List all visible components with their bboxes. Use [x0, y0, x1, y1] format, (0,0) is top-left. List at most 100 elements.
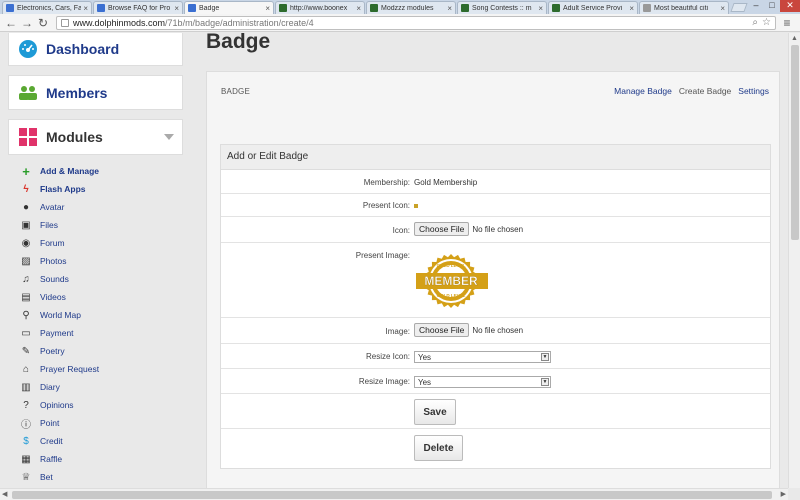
- book-icon: ▥: [21, 381, 31, 393]
- url-host: www.dolphinmods.com: [73, 17, 166, 28]
- sidebar-module-item[interactable]: ♕ Bet: [20, 468, 185, 486]
- dropdown-arrow-icon: ▼: [541, 378, 549, 386]
- browser-tab[interactable]: Badge ×: [184, 1, 274, 14]
- tab-close-icon[interactable]: ×: [174, 4, 179, 13]
- tab-favicon-icon: [97, 4, 105, 12]
- tab-close-icon[interactable]: ×: [447, 4, 452, 13]
- forward-icon[interactable]: →: [20, 16, 34, 30]
- tab-close-icon[interactable]: ×: [356, 4, 361, 13]
- sidebar-module-item[interactable]: ⌂ Prayer Request: [20, 360, 185, 378]
- sidebar-module-label: Forum: [40, 238, 65, 248]
- sidebar-module-item[interactable]: ϟ Flash Apps: [20, 180, 185, 198]
- bookmark-star-icon[interactable]: ☆: [762, 17, 771, 28]
- browser-tab[interactable]: Browse FAQ for Pro ×: [93, 1, 183, 14]
- image-no-file-text: No file chosen: [472, 326, 524, 335]
- menu-icon[interactable]: ≡: [780, 16, 794, 30]
- browser-tab[interactable]: Song Contests :: m ×: [457, 1, 547, 14]
- sidebar-module-item[interactable]: ♫ Sounds: [20, 270, 185, 288]
- sidebar-module-item[interactable]: + Add & Manage: [20, 162, 185, 180]
- membership-label: Membership:: [363, 178, 410, 187]
- tab-favicon-icon: [643, 4, 651, 12]
- image-choose-file-button[interactable]: Choose File: [414, 323, 470, 337]
- browser-tab[interactable]: Most beautiful citi ×: [639, 1, 729, 14]
- sidebar-module-label: World Map: [40, 310, 81, 320]
- map-marker-icon: ⚲: [22, 309, 30, 321]
- flash-icon: ϟ: [23, 183, 29, 195]
- browser-tab[interactable]: http://www.boonex ×: [275, 1, 365, 14]
- sidebar-members[interactable]: Members: [8, 75, 183, 110]
- sidebar-module-item[interactable]: ▨ Photos: [20, 252, 185, 270]
- tab-close-icon[interactable]: ×: [720, 4, 725, 13]
- sidebar-module-item[interactable]: ▣ Files: [20, 216, 185, 234]
- maximize-icon[interactable]: □: [764, 0, 780, 12]
- sidebar-module-label: Flash Apps: [40, 184, 86, 194]
- resize-icon-select[interactable]: Yes ▼: [414, 351, 551, 363]
- browser-tab[interactable]: Adult Service Provi ×: [548, 1, 638, 14]
- membership-value: Gold Membership: [414, 178, 478, 187]
- browser-tab-bar: Electronics, Cars, Fa × Browse FAQ for Pro…: [0, 0, 800, 14]
- url-path: /71b/m/badge/administration/create/4: [165, 17, 314, 28]
- create-badge-link[interactable]: Create Badge: [679, 86, 731, 96]
- scroll-up-icon[interactable]: ▲: [789, 33, 800, 45]
- sidebar-module-label: Payment: [40, 328, 74, 338]
- sidebar-module-label: Opinions: [40, 400, 74, 410]
- sidebar-module-item[interactable]: $ Credit: [20, 432, 185, 450]
- badge-panel: BADGE Manage Badge Create Badge Settings…: [206, 71, 780, 488]
- credit-icon: $: [23, 435, 29, 447]
- back-icon[interactable]: ←: [4, 16, 18, 30]
- delete-button[interactable]: Delete: [414, 435, 463, 461]
- plus-icon: +: [22, 163, 30, 179]
- browser-tab[interactable]: Electronics, Cars, Fa ×: [2, 1, 92, 14]
- badge-bottom-text: GOLD LEVEL: [437, 293, 466, 298]
- sidebar-module-label: Sounds: [40, 274, 69, 284]
- new-tab-button[interactable]: [730, 3, 748, 12]
- minimize-icon[interactable]: –: [748, 0, 764, 12]
- vertical-scroll-thumb[interactable]: [791, 45, 799, 240]
- sidebar-module-item[interactable]: ✎ Poetry: [20, 342, 185, 360]
- zoom-icon[interactable]: ⌕: [752, 17, 758, 28]
- browser-tab[interactable]: Modzzz modules ×: [366, 1, 456, 14]
- sidebar-module-item[interactable]: ? Opinions: [20, 396, 185, 414]
- sidebar-modules[interactable]: Modules: [8, 119, 183, 155]
- page-viewport: Dashboard Members Modules + Add & Manage ϟ…: [0, 33, 788, 488]
- sidebar-module-item[interactable]: ▥ Diary: [20, 378, 185, 396]
- badge-thumbnail-icon: [414, 204, 418, 208]
- tab-close-icon[interactable]: ×: [265, 4, 270, 13]
- tab-close-icon[interactable]: ×: [538, 4, 543, 13]
- modules-list: + Add & Manage ϟ Flash Apps ● Avatar ▣ Files ◉ Fo…: [20, 162, 185, 486]
- save-button[interactable]: Save: [414, 399, 456, 425]
- panel-links: Manage Badge Create Badge Settings: [614, 86, 769, 96]
- settings-link[interactable]: Settings: [738, 86, 769, 96]
- resize-image-select[interactable]: Yes ▼: [414, 376, 551, 388]
- credit-card-icon: ▭: [21, 327, 31, 339]
- sidebar-module-label: Bet: [40, 472, 53, 482]
- reload-icon[interactable]: ↻: [36, 16, 50, 30]
- sidebar-module-item[interactable]: ▤ Videos: [20, 288, 185, 306]
- address-bar[interactable]: www.dolphinmods.com/71b/m/badge/administ…: [56, 15, 776, 30]
- vertical-scrollbar[interactable]: ▲: [788, 33, 800, 488]
- save-row: Save: [221, 394, 770, 429]
- icon-file-field: Choose File No file chosen: [414, 222, 523, 236]
- horizontal-scrollbar[interactable]: ◀ ▶: [0, 488, 788, 500]
- manage-badge-link[interactable]: Manage Badge: [614, 86, 672, 96]
- tab-close-icon[interactable]: ×: [83, 4, 88, 13]
- sidebar-module-item[interactable]: ▦ Raffle: [20, 450, 185, 468]
- tab-favicon-icon: [6, 4, 14, 12]
- sidebar-module-item[interactable]: ⓘ Point: [20, 414, 185, 432]
- sidebar-module-item[interactable]: ◉ Forum: [20, 234, 185, 252]
- horizontal-scroll-thumb[interactable]: [12, 491, 772, 499]
- sidebar-module-item[interactable]: ● Avatar: [20, 198, 185, 216]
- scroll-left-icon[interactable]: ◀: [2, 489, 7, 500]
- chevron-down-icon[interactable]: [164, 134, 174, 140]
- tab-title: Browse FAQ for Pro: [108, 4, 171, 12]
- scroll-right-icon[interactable]: ▶: [781, 489, 786, 500]
- sidebar-module-item[interactable]: ▭ Payment: [20, 324, 185, 342]
- tab-close-icon[interactable]: ×: [629, 4, 634, 13]
- sidebar-module-label: Files: [40, 220, 58, 230]
- sidebar-module-item[interactable]: ⚲ World Map: [20, 306, 185, 324]
- window-close-icon[interactable]: ✕: [780, 0, 800, 12]
- icon-choose-file-button[interactable]: Choose File: [414, 222, 470, 236]
- member-badge-image: MEMBER GOLD LEVEL GOLD LEVEL: [414, 250, 492, 312]
- icon-row: Icon: Choose File No file chosen: [221, 217, 770, 243]
- sidebar-dashboard[interactable]: Dashboard: [8, 33, 183, 66]
